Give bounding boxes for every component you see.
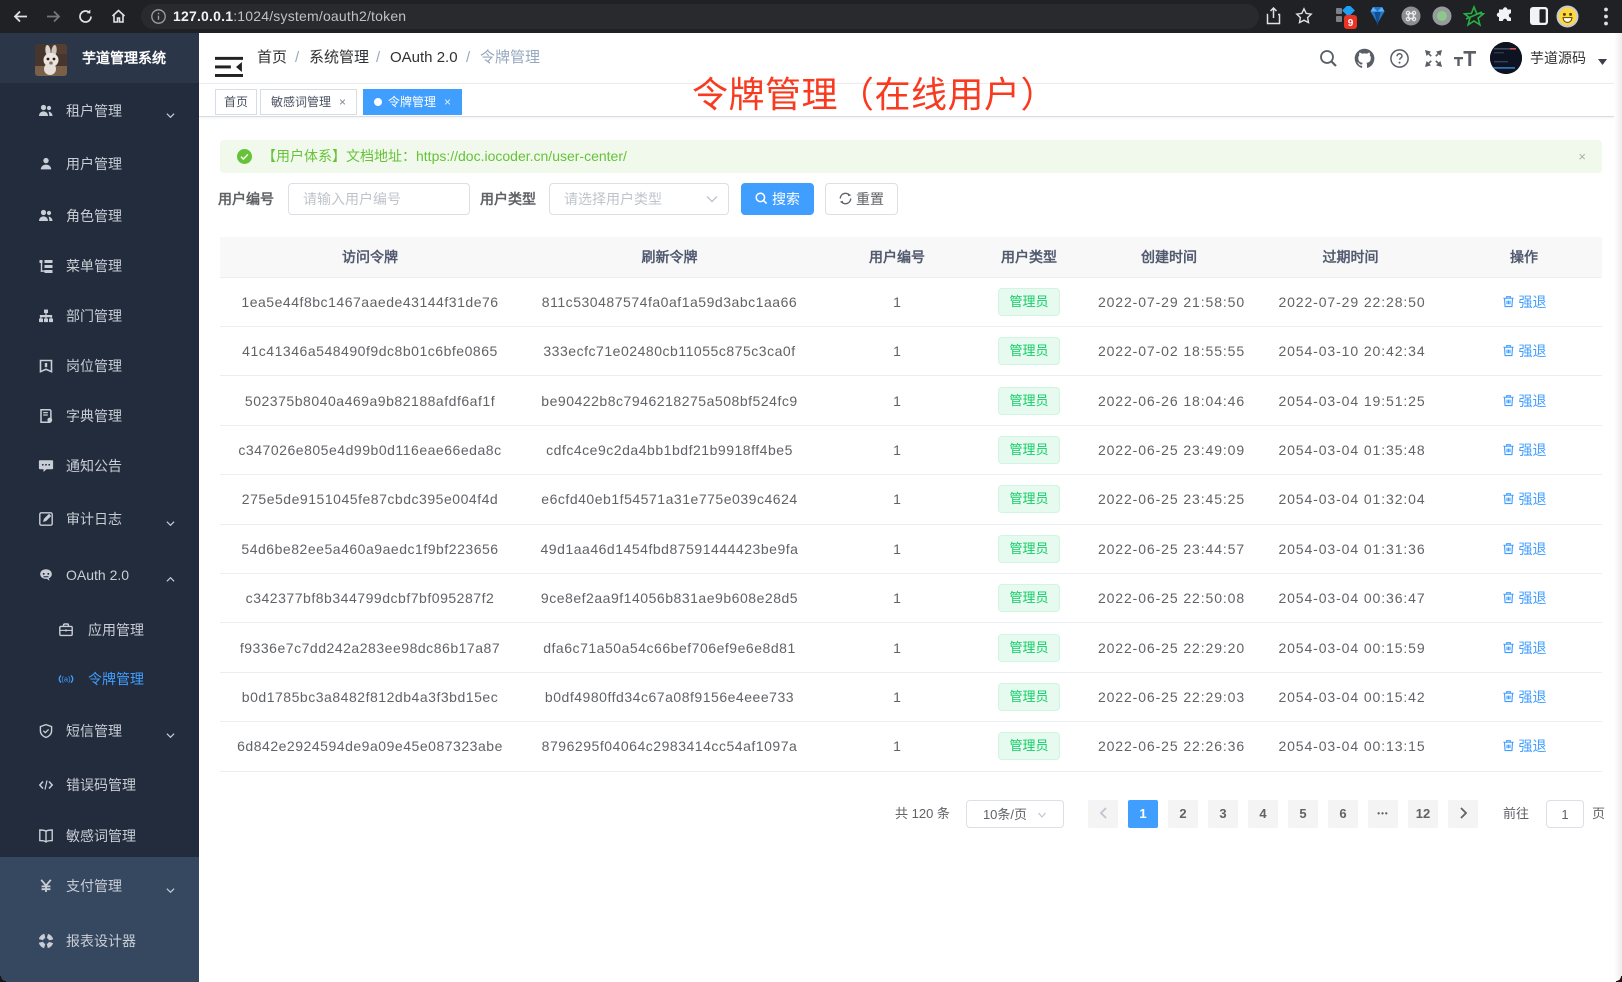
svg-text:9: 9	[1348, 18, 1354, 29]
svg-text:(a): (a)	[61, 675, 71, 684]
